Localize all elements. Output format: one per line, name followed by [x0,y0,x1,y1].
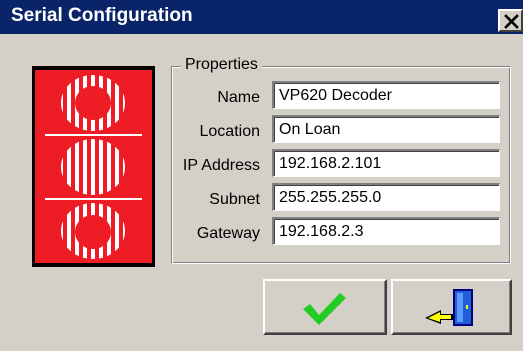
gateway-label: Gateway [196,225,260,242]
gateway-field[interactable]: 192.168.2.3 [272,217,500,245]
close-button[interactable] [498,9,523,32]
kramer-logo-icon [35,70,152,263]
name-field[interactable]: VP620 Decoder [272,81,500,109]
location-label: Location [199,123,261,140]
checkmark-icon [303,293,346,325]
serial-configuration-dialog: Serial Configuration Properties Name VP6… [0,0,523,351]
properties-group-label: Properties [181,55,262,75]
ok-button[interactable] [263,279,387,335]
window-title: Serial Configuration [11,5,193,26]
subnet-field[interactable]: 255.255.255.0 [272,183,500,211]
title-bar[interactable]: Serial Configuration [0,0,523,34]
location-field[interactable]: On Loan [272,115,500,143]
subnet-label: Subnet [209,191,260,208]
ip-address-label: IP Address [182,157,260,174]
name-label: Name [217,89,260,106]
ip-address-field[interactable]: 192.168.2.101 [272,149,500,177]
exit-button[interactable] [391,279,512,335]
exit-door-icon [425,289,473,326]
device-logo [32,66,155,267]
close-icon [504,14,519,29]
